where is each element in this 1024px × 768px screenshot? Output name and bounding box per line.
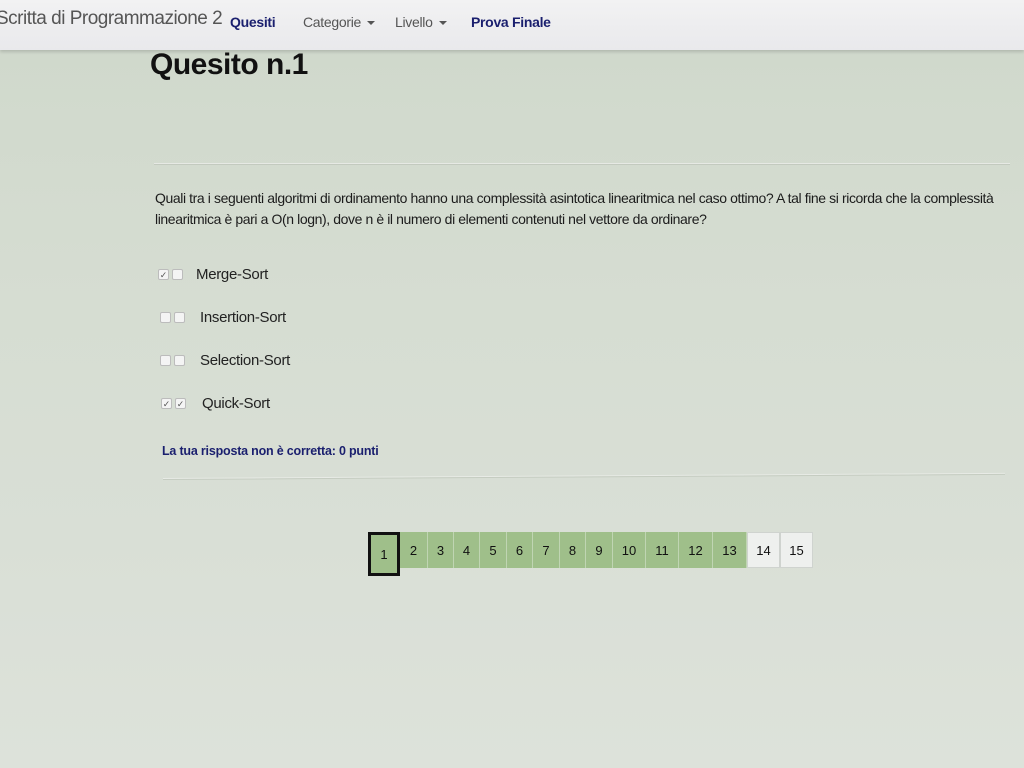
page-14[interactable]: 14 [747,532,780,568]
page-13[interactable]: 13 [713,532,747,568]
question-text: Quali tra i seguenti algoritmi di ordina… [155,190,994,227]
page-number: 6 [515,542,524,558]
caret-down-icon [438,21,447,26]
page-12[interactable]: 12 [679,532,713,568]
page-1[interactable]: 1 [368,532,400,576]
brand-title[interactable]: Scritta di Programmazione 2 [0,8,223,30]
nav-prova-finale-label: Prova Finale [471,14,551,30]
check-icon: ✓ [176,398,185,409]
page-number: 8 [568,542,577,558]
page-number: 13 [722,542,737,558]
page-number: 9 [595,542,603,558]
page-title: Quesito n.1 [150,48,308,81]
option-label: Selection-Sort [200,351,291,369]
checkbox-b[interactable] [174,311,185,323]
checkbox-b[interactable] [174,354,185,366]
checkbox-a[interactable]: ✓ [158,268,169,280]
nav-livello-label: Livello [395,14,433,30]
nav-quesiti[interactable]: Quesiti [230,14,276,30]
option-label: Merge-Sort [196,265,269,283]
nav-prova-finale[interactable]: Prova Finale [471,14,551,30]
page-number: 14 [756,542,771,558]
page-9[interactable]: 9 [586,532,613,568]
page-number: 2 [409,542,418,558]
page-8[interactable]: 8 [560,532,586,568]
checkbox-b[interactable] [172,268,183,280]
divider [162,472,1005,480]
nav-livello[interactable]: Livello [395,14,447,30]
page-2[interactable]: 2 [400,532,428,568]
page-number: 5 [489,542,497,558]
top-navbar: Scritta di Programmazione 2 Quesiti Cate… [0,0,1024,50]
page-number: 12 [688,542,703,558]
page-15[interactable]: 15 [780,532,813,568]
option-merge-sort[interactable]: ✓ Merge-Sort [158,262,268,286]
page-10[interactable]: 10 [613,532,646,568]
page-3[interactable]: 3 [428,532,454,568]
page-number: 1 [380,546,388,562]
option-insertion-sort[interactable]: Insertion-Sort [160,305,286,329]
checkbox-a[interactable] [160,354,171,366]
checkbox-a[interactable] [160,311,171,323]
divider [154,163,1010,165]
page-number: 3 [436,542,445,558]
page-number: 10 [621,542,637,558]
nav-categorie[interactable]: Categorie [303,14,376,30]
checkbox-b[interactable]: ✓ [175,397,186,409]
page-6[interactable]: 6 [507,532,533,568]
page-11[interactable]: 11 [646,532,679,568]
caret-down-icon [367,21,376,26]
answer-feedback: La tua risposta non è corretta: 0 punti [162,444,379,458]
page-4[interactable]: 4 [454,532,480,568]
nav-categorie-label: Categorie [303,14,362,30]
question-pagination: 1 2 3 4 5 6 7 8 9 10 11 12 13 14 15 [368,532,813,576]
page-number: 4 [462,542,471,558]
page-7[interactable]: 7 [533,532,560,568]
option-label: Quick-Sort [202,394,270,412]
page-number: 15 [789,542,804,558]
page-number: 7 [542,542,550,558]
page-number: 11 [655,542,669,558]
page-5[interactable]: 5 [480,532,507,568]
option-selection-sort[interactable]: Selection-Sort [160,348,290,372]
check-icon: ✓ [159,269,168,280]
nav-quesiti-label: Quesiti [230,14,276,30]
option-quick-sort[interactable]: ✓ ✓ Quick-Sort [161,391,270,415]
check-icon: ✓ [162,398,171,409]
option-label: Insertion-Sort [200,308,286,326]
checkbox-a[interactable]: ✓ [161,397,172,409]
